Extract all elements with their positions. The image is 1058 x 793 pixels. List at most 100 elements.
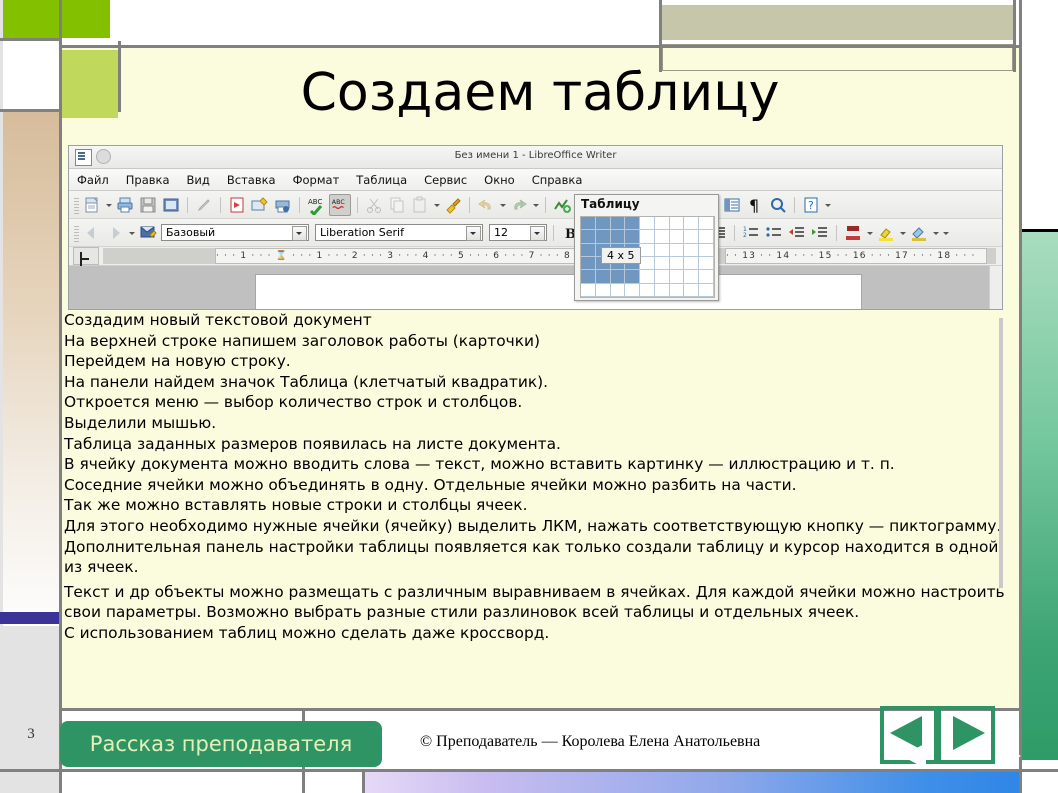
table-size-cell[interactable] <box>699 270 714 284</box>
table-size-cell[interactable] <box>581 230 596 244</box>
navigator-icon[interactable] <box>722 195 742 215</box>
edit-mode-icon[interactable] <box>194 195 214 215</box>
table-size-cell[interactable] <box>654 217 670 231</box>
previous-slide-button[interactable] <box>880 706 938 769</box>
font-size-combo[interactable]: 12 <box>489 224 547 241</box>
formatting-toolbar[interactable]: Базовый Liberation Serif 12 B I U 12 <box>69 219 1002 247</box>
new-document-dropdown-icon[interactable] <box>105 195 112 215</box>
table-size-cell[interactable] <box>699 243 714 257</box>
table-size-cell[interactable] <box>625 230 641 244</box>
decrease-indent-icon[interactable] <box>787 223 807 243</box>
font-color-dropdown-icon[interactable] <box>866 223 873 243</box>
table-size-cell[interactable] <box>684 283 700 297</box>
table-size-cell[interactable] <box>654 283 670 297</box>
table-size-cell[interactable] <box>699 256 714 271</box>
redo-dropdown-icon[interactable] <box>532 195 539 215</box>
increase-indent-icon[interactable] <box>810 223 830 243</box>
forward-arrow-icon[interactable] <box>105 223 125 243</box>
ruler-row[interactable]: · · · 1 · · · ⌛ · · · 1 · · · 2 · · · 3 … <box>69 247 1002 266</box>
menu-item-insert[interactable]: Вставка <box>227 173 276 187</box>
paragraph-style-dropdown-icon[interactable] <box>292 226 307 241</box>
next-slide-button[interactable] <box>937 706 1021 769</box>
paragraph-style-combo[interactable]: Базовый <box>161 224 309 241</box>
table-size-cell[interactable] <box>581 270 596 284</box>
toolbar-grip[interactable] <box>74 195 79 214</box>
menu-item-view[interactable]: Вид <box>187 173 210 187</box>
table-size-cell[interactable] <box>669 230 685 244</box>
insert-chart-icon[interactable] <box>552 195 572 215</box>
font-size-dropdown-icon[interactable] <box>530 226 545 241</box>
font-name-dropdown-icon[interactable] <box>466 226 481 241</box>
redo-icon[interactable] <box>509 195 529 215</box>
print-directly-icon[interactable] <box>273 195 293 215</box>
text-scroll-indicator[interactable] <box>999 318 1003 588</box>
menu-item-format[interactable]: Формат <box>293 173 340 187</box>
paste-icon[interactable] <box>410 195 430 215</box>
table-size-cell[interactable] <box>640 270 655 284</box>
table-size-cell[interactable] <box>581 243 596 257</box>
table-size-cell[interactable] <box>625 217 641 231</box>
table-size-cell[interactable] <box>610 283 626 297</box>
table-size-cell[interactable] <box>684 230 700 244</box>
activity-tag-button[interactable]: Рассказ преподавателя <box>60 721 382 767</box>
unordered-list-icon[interactable] <box>764 223 784 243</box>
save-icon[interactable] <box>138 195 158 215</box>
app-menubar[interactable]: Файл Правка Вид Вставка Формат Таблица С… <box>69 169 1002 191</box>
table-size-cell[interactable] <box>640 230 655 244</box>
table-size-cell[interactable] <box>610 217 626 231</box>
table-size-cell[interactable] <box>625 283 641 297</box>
table-size-cell[interactable] <box>581 217 596 231</box>
table-size-cell[interactable] <box>654 243 670 257</box>
menu-item-window[interactable]: Окно <box>484 173 515 187</box>
autospellcheck-icon[interactable]: ABC <box>329 193 351 216</box>
menu-item-help[interactable]: Справка <box>532 173 583 187</box>
paste-dropdown-icon[interactable] <box>433 195 440 215</box>
undo-dropdown-icon[interactable] <box>499 195 506 215</box>
menu-item-tools[interactable]: Сервис <box>424 173 467 187</box>
cut-icon[interactable] <box>364 195 384 215</box>
email-document-icon[interactable] <box>161 195 181 215</box>
spelling-check-icon[interactable]: ABC <box>306 195 326 216</box>
table-size-cell[interactable] <box>699 217 714 231</box>
table-size-cell[interactable] <box>640 256 655 271</box>
ordered-list-icon[interactable]: 12 <box>741 223 761 243</box>
table-size-cell[interactable] <box>669 270 685 284</box>
table-size-cell[interactable] <box>610 270 626 284</box>
formatting-marks-icon[interactable]: ¶ <box>745 195 765 215</box>
table-size-cell[interactable] <box>669 217 685 231</box>
toolbar-overflow-icon[interactable] <box>824 195 831 215</box>
print-preview-icon[interactable] <box>250 195 270 215</box>
tab-stop-selector-icon[interactable] <box>73 247 99 265</box>
print-icon[interactable] <box>115 195 135 215</box>
table-size-cell[interactable] <box>669 283 685 297</box>
zoom-icon[interactable] <box>768 195 788 215</box>
table-size-cell[interactable] <box>654 256 670 271</box>
table-size-cell[interactable] <box>595 217 611 231</box>
table-size-cell[interactable] <box>669 256 685 271</box>
table-size-cell[interactable] <box>654 230 670 244</box>
table-size-cell[interactable] <box>684 217 700 231</box>
highlight-color-dropdown-icon[interactable] <box>899 223 906 243</box>
table-size-cell[interactable] <box>581 283 596 297</box>
copy-icon[interactable] <box>387 195 407 215</box>
font-color-icon[interactable] <box>843 223 863 243</box>
background-color-dropdown-icon[interactable] <box>932 223 939 243</box>
table-size-cell[interactable] <box>684 243 700 257</box>
menu-item-file[interactable]: Файл <box>77 173 109 187</box>
table-size-cell[interactable] <box>625 270 641 284</box>
insert-table-popup[interactable]: Таблицу 4 x 5 <box>574 194 719 301</box>
menu-item-table[interactable]: Таблица <box>356 173 407 187</box>
table-size-cell[interactable] <box>640 217 655 231</box>
menu-item-edit[interactable]: Правка <box>126 173 170 187</box>
table-size-cell[interactable] <box>684 256 700 271</box>
table-size-cell[interactable] <box>699 230 714 244</box>
table-size-cell[interactable] <box>595 230 611 244</box>
standard-toolbar[interactable]: ABC ABC ¶ ? <box>69 191 1002 219</box>
back-arrow-icon[interactable] <box>82 223 102 243</box>
table-size-cell[interactable] <box>699 283 714 297</box>
table-size-cell[interactable] <box>595 283 611 297</box>
styles-and-formatting-icon[interactable] <box>138 223 158 243</box>
document-page[interactable] <box>255 274 862 309</box>
new-document-icon[interactable] <box>82 195 102 215</box>
document-canvas[interactable] <box>69 266 1002 309</box>
